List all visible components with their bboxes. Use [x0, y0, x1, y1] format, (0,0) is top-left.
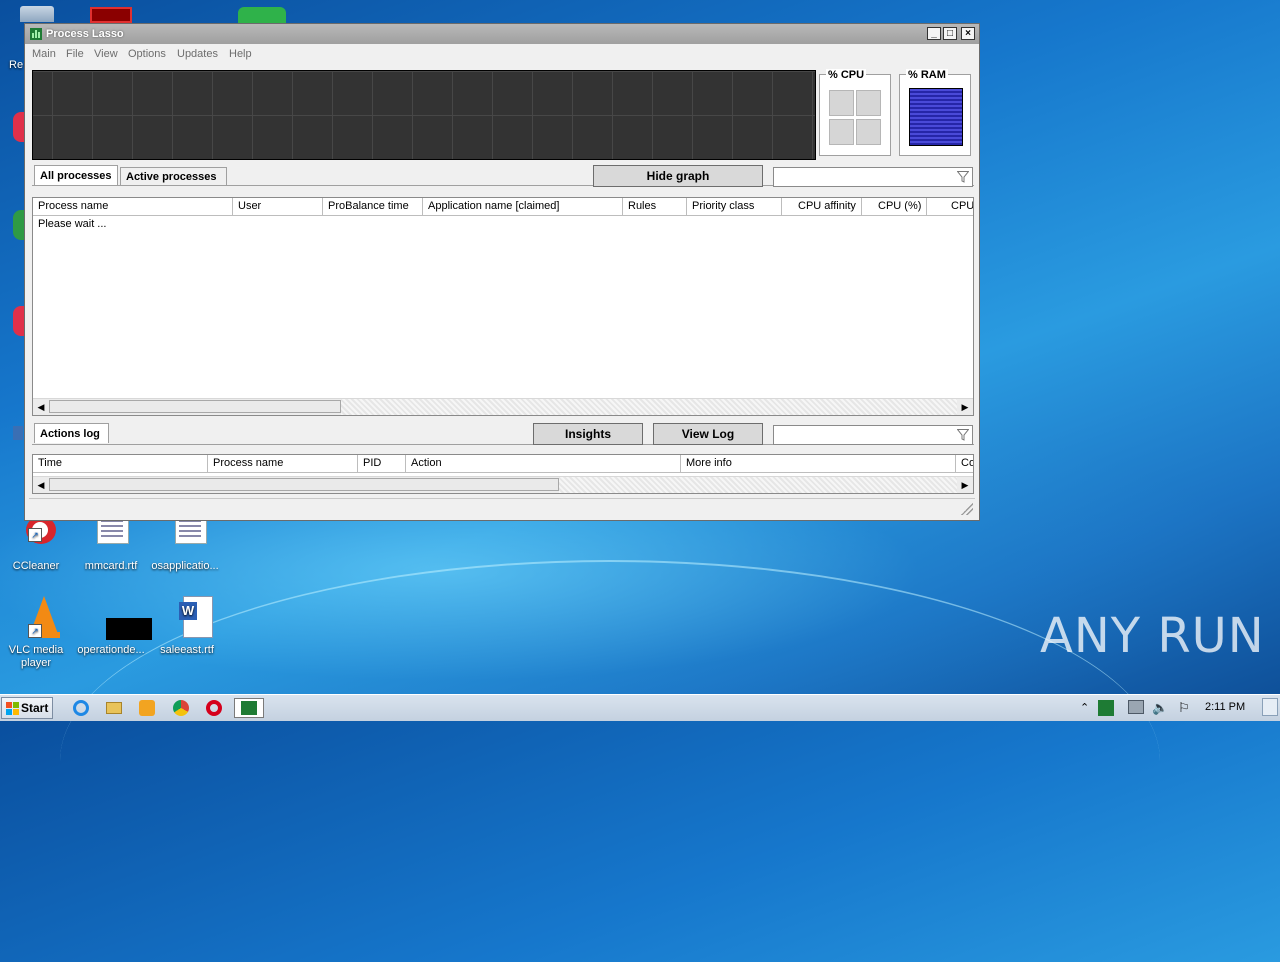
actions-log-header: Time Process name PID Action More info C…	[33, 455, 973, 473]
col-process-name[interactable]: Process name	[33, 198, 233, 215]
process-filter-input[interactable]	[776, 169, 950, 187]
menu-updates[interactable]: Updates	[177, 48, 218, 60]
start-label: Start	[21, 701, 49, 715]
maximize-button[interactable]: □	[943, 27, 957, 40]
col-pid[interactable]: PID	[358, 455, 406, 472]
tray-action-center-flag-icon[interactable]: ⚐	[1178, 698, 1190, 718]
cpu-meter: % CPU	[819, 69, 891, 156]
ram-usage-bar	[909, 88, 963, 146]
black-thumbnail-icon	[89, 596, 152, 640]
col-log-process-name[interactable]: Process name	[208, 455, 358, 472]
desktop-icon-vlc[interactable]: ↗ VLC media player	[0, 596, 76, 670]
close-button[interactable]: ×	[961, 27, 975, 40]
process-list[interactable]: Process name User ProBalance time Applic…	[32, 197, 974, 416]
col-cpu[interactable]: CPU	[927, 198, 973, 215]
process-filter-field[interactable]	[773, 167, 973, 187]
app-green-icon[interactable]	[238, 7, 286, 23]
menu-file[interactable]: File	[66, 48, 84, 60]
taskbar-process-lasso[interactable]	[234, 698, 264, 718]
col-cpu-affinity[interactable]: CPU affinity	[782, 198, 862, 215]
windows-flag-icon	[6, 702, 19, 715]
scroll-left-arrow[interactable]: ◀	[33, 477, 49, 493]
status-bar	[29, 498, 975, 517]
scroll-right-arrow[interactable]: ▶	[957, 477, 973, 493]
process-lasso-window[interactable]: Process Lasso _ □ × Main File View Optio…	[24, 23, 980, 521]
internet-explorer-icon[interactable]	[71, 698, 91, 718]
window-title: Process Lasso	[46, 28, 124, 40]
process-list-hscrollbar[interactable]: ◀ ▶	[33, 398, 973, 415]
scroll-left-arrow[interactable]: ◀	[33, 399, 49, 415]
col-user[interactable]: User	[233, 198, 323, 215]
col-rules[interactable]: Rules	[623, 198, 687, 215]
cpu-history-graph	[32, 70, 816, 160]
desktop-partial-label: Re	[9, 59, 24, 71]
word-document-icon: W	[165, 596, 213, 640]
col-action[interactable]: Action	[406, 455, 681, 472]
actions-log-list[interactable]: Time Process name PID Action More info C…	[32, 454, 974, 494]
cpu-meter-label: % CPU	[826, 69, 867, 81]
process-list-status: Please wait ...	[38, 218, 107, 230]
menu-view[interactable]: View	[94, 48, 118, 60]
process-lasso-app-icon	[30, 28, 42, 40]
menu-options[interactable]: Options	[128, 48, 166, 60]
media-player-icon[interactable]	[137, 698, 157, 718]
ram-meter-label: % RAM	[906, 69, 948, 81]
col-cpu-percent[interactable]: CPU (%)	[862, 198, 927, 215]
tray-process-lasso-icon[interactable]	[1098, 700, 1114, 716]
menu-main[interactable]: Main	[32, 48, 56, 60]
desktop-icon-ccleaner[interactable]: ↗ CCleaner	[0, 512, 76, 573]
filter-funnel-icon[interactable]	[957, 171, 969, 183]
col-co[interactable]: Co	[956, 455, 973, 472]
show-desktop-button[interactable]	[1262, 698, 1278, 716]
tray-expand-icon[interactable]: ⌃	[1080, 698, 1089, 718]
filter-funnel-icon[interactable]	[957, 429, 969, 441]
vlc-cone-icon: ↗	[14, 596, 60, 640]
window-titlebar[interactable]: Process Lasso _ □ ×	[25, 24, 979, 44]
tray-volume-icon[interactable]: 🔈	[1152, 698, 1168, 718]
log-filter-input[interactable]	[776, 427, 950, 445]
tab-all-processes[interactable]: All processes	[34, 165, 118, 185]
chrome-icon[interactable]	[171, 698, 191, 718]
desktop-icon-osapplication[interactable]: osapplicatio...	[145, 512, 225, 573]
process-list-header: Process name User ProBalance time Applic…	[33, 198, 973, 216]
scroll-thumb[interactable]	[49, 400, 341, 413]
taskbar: Start ⌃ 🔈 ⚐ 2:11 PM	[0, 694, 1280, 721]
partial-desktop-icon-4[interactable]	[13, 426, 23, 440]
scroll-thumb[interactable]	[49, 478, 559, 491]
taskbar-clock[interactable]: 2:11 PM	[1205, 701, 1245, 713]
recycle-bin-icon[interactable]	[20, 6, 54, 22]
col-application-name[interactable]: Application name [claimed]	[423, 198, 623, 215]
tray-network-icon[interactable]	[1128, 700, 1144, 714]
opera-icon[interactable]	[204, 698, 224, 718]
ram-meter: % RAM	[899, 69, 971, 156]
resize-grip-icon[interactable]	[961, 503, 973, 515]
tab-active-processes[interactable]: Active processes	[120, 167, 227, 185]
view-log-button[interactable]: View Log	[653, 423, 763, 445]
hide-graph-button[interactable]: Hide graph	[593, 165, 763, 187]
col-priority-class[interactable]: Priority class	[687, 198, 782, 215]
cpu-core-grid	[829, 90, 883, 146]
desktop-icon-operationde[interactable]: operationde...	[71, 596, 152, 657]
menu-help[interactable]: Help	[229, 48, 252, 60]
menu-bar: Main File View Options Updates Help	[25, 44, 979, 64]
file-explorer-icon[interactable]	[104, 698, 124, 718]
insights-button[interactable]: Insights	[533, 423, 643, 445]
col-time[interactable]: Time	[33, 455, 208, 472]
minimize-button[interactable]: _	[927, 27, 941, 40]
actions-log-hscrollbar[interactable]: ◀ ▶	[33, 476, 973, 493]
app-red-icon[interactable]	[90, 7, 132, 23]
tab-actions-log[interactable]: Actions log	[34, 423, 109, 443]
col-more-info[interactable]: More info	[681, 455, 956, 472]
col-probalance-time[interactable]: ProBalance time	[323, 198, 423, 215]
desktop-icon-mmcard[interactable]: mmcard.rtf	[71, 512, 151, 573]
log-filter-field[interactable]	[773, 425, 973, 445]
anyrun-watermark: ANY RUN	[1040, 608, 1265, 664]
scroll-right-arrow[interactable]: ▶	[957, 399, 973, 415]
desktop-icon-saleeast[interactable]: W saleeast.rtf	[147, 596, 227, 657]
start-button[interactable]: Start	[1, 697, 53, 719]
